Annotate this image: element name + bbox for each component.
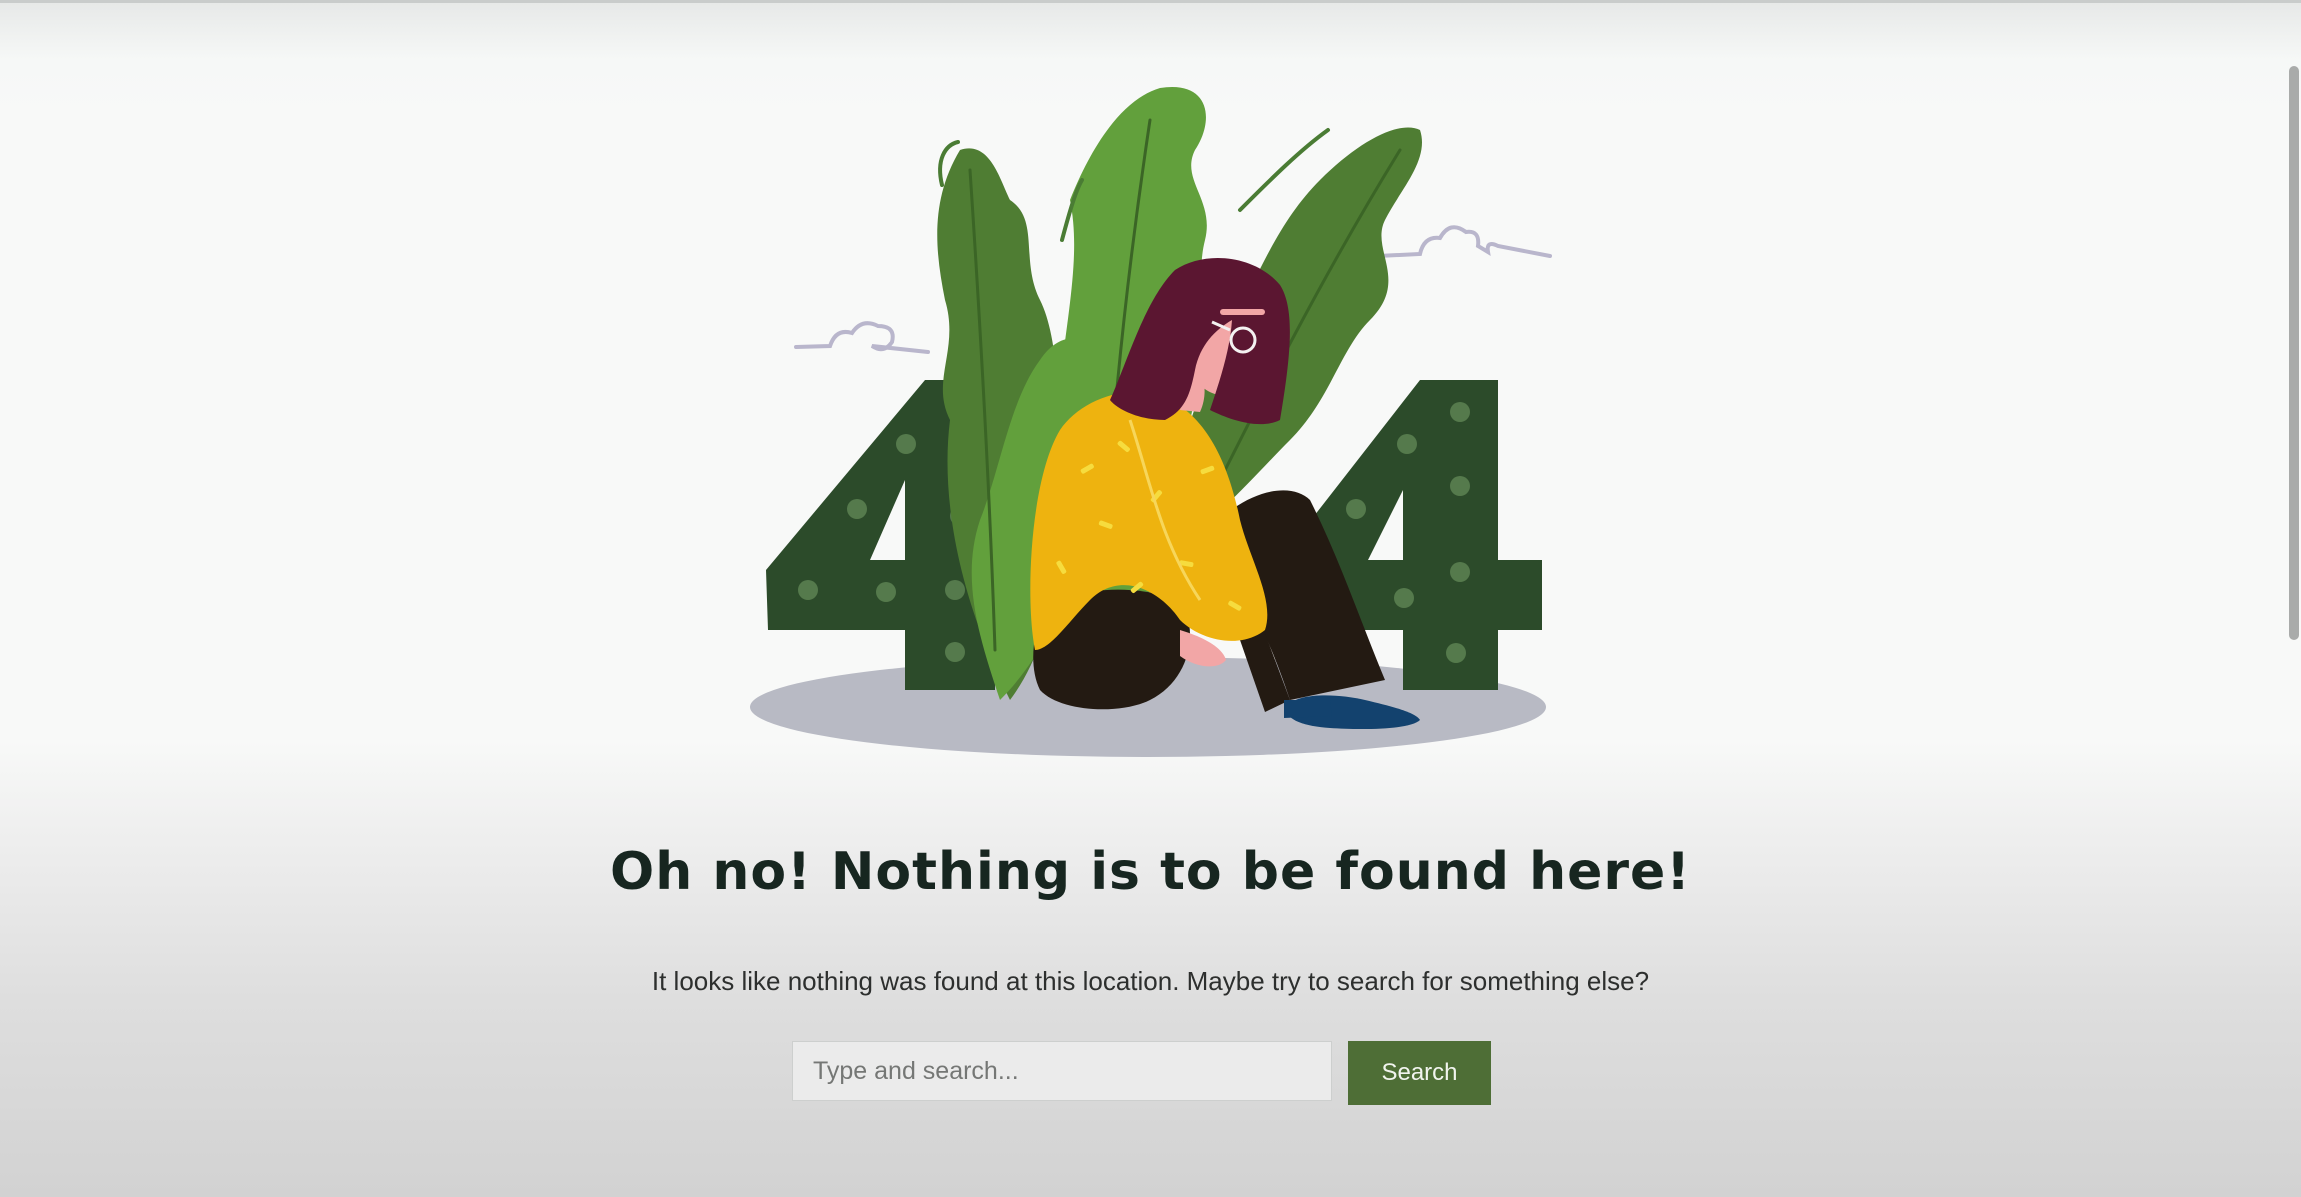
search-button[interactable]: Search (1348, 1041, 1491, 1105)
error-description: It looks like nothing was found at this … (651, 966, 1650, 996)
window-top-border (0, 0, 2301, 3)
cloud-icon-right (1376, 225, 1552, 258)
404-illustration (740, 80, 1560, 770)
search-form: Search (792, 1041, 1491, 1105)
page-title: Oh no! Nothing is to be found here! (610, 842, 1691, 902)
scrollbar-thumb[interactable] (2289, 66, 2299, 640)
scrollbar[interactable] (2287, 0, 2301, 1197)
cloud-icon-left (794, 321, 930, 354)
search-input[interactable] (792, 1041, 1332, 1101)
